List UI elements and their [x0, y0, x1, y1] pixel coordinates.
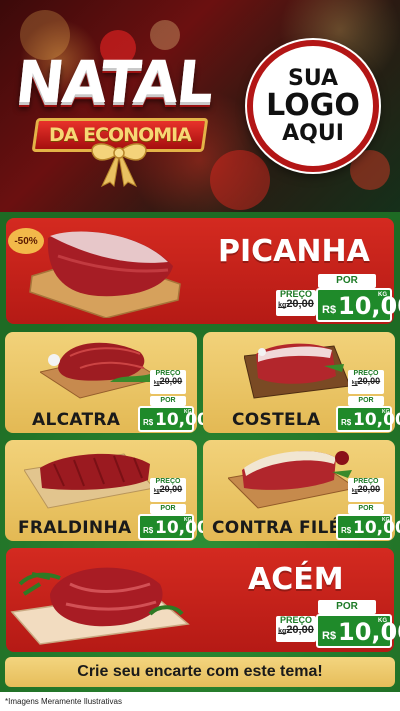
por-label: POR [150, 504, 186, 514]
product-name: CONTRA FILÉ [212, 518, 341, 538]
old-price-box: PREÇO kg20,00 [276, 289, 316, 316]
product-name: PICANHA [218, 234, 370, 269]
price-value: 10,00 [353, 410, 400, 430]
price-box: R$ 10,00 KG [138, 514, 209, 540]
product-name: FRALDINHA [18, 518, 132, 538]
gift-bow-icon [91, 143, 147, 188]
price-unit: KG [382, 409, 390, 415]
picanha-image [29, 231, 181, 318]
price-box: R$ 10,00 KG [336, 514, 400, 540]
old-price-box: PREÇO kg20,00 [348, 370, 384, 394]
old-price-box: PREÇO kg20,00 [348, 478, 384, 502]
price-box: R$ 10,00 KG [316, 614, 400, 648]
costela-image [244, 343, 351, 399]
old-price-box: PREÇO kg20,00 [276, 615, 316, 642]
footer-disclaimer: *Imagens Meramente Ilustrativas [0, 692, 400, 711]
old-price: kg20,00 [278, 624, 314, 637]
price-value: 10,00 [353, 518, 400, 538]
por-label: POR [348, 504, 384, 514]
contra-file-image [228, 451, 358, 509]
price-value: 10,00 [155, 410, 209, 430]
price-value: 10,00 [155, 518, 209, 538]
price-unit: KG [378, 618, 387, 624]
currency: R$ [322, 630, 337, 642]
currency: R$ [143, 526, 154, 535]
header-banner: NATAL DA ECONOMIA SUA LOGO AQUI [0, 0, 400, 212]
price-unit: KG [184, 409, 192, 415]
logo-text-line3: AQUI [282, 120, 344, 146]
cta-banner[interactable]: Crie seu encarte com este tema! [5, 657, 395, 687]
price-value: 10,00 [338, 292, 400, 320]
old-price: kg20,00 [278, 298, 314, 311]
price-value: 10,00 [338, 618, 400, 646]
bokeh-ornament [210, 150, 270, 210]
old-price-box: PREÇO kg20,00 [150, 478, 186, 502]
por-label: POR [348, 396, 384, 406]
por-label: POR [150, 396, 186, 406]
price-box: R$ 10,00 KG [316, 288, 400, 322]
alcatra-image [40, 342, 160, 399]
por-label: POR [318, 274, 376, 288]
logo-text-line2: LOGO [266, 88, 360, 124]
price-box: R$ 10,00 KG [336, 406, 400, 432]
product-name: ACÉM [248, 562, 344, 597]
currency: R$ [341, 526, 352, 535]
fraldinha-image [24, 453, 155, 509]
currency: R$ [143, 418, 154, 427]
bokeh-light [150, 20, 180, 50]
logo-text-line1: SUA [287, 66, 339, 92]
old-price: kg20,00 [351, 376, 381, 387]
price-unit: KG [382, 517, 390, 523]
title-natal: NATAL [12, 48, 216, 116]
product-name: ALCATRA [32, 410, 121, 430]
por-label: POR [318, 600, 376, 614]
logo-placeholder: SUA LOGO AQUI [247, 40, 379, 172]
old-price-box: PREÇO kg20,00 [150, 370, 186, 394]
old-price: kg20,00 [153, 484, 183, 495]
price-unit: KG [184, 517, 192, 523]
product-name: COSTELA [232, 410, 321, 430]
old-price: kg20,00 [153, 376, 183, 387]
price-unit: KG [378, 292, 387, 298]
price-box: R$ 10,00 KG [138, 406, 209, 432]
currency: R$ [322, 304, 337, 316]
currency: R$ [341, 418, 352, 427]
acem-image [10, 567, 190, 645]
old-price: kg20,00 [351, 484, 381, 495]
